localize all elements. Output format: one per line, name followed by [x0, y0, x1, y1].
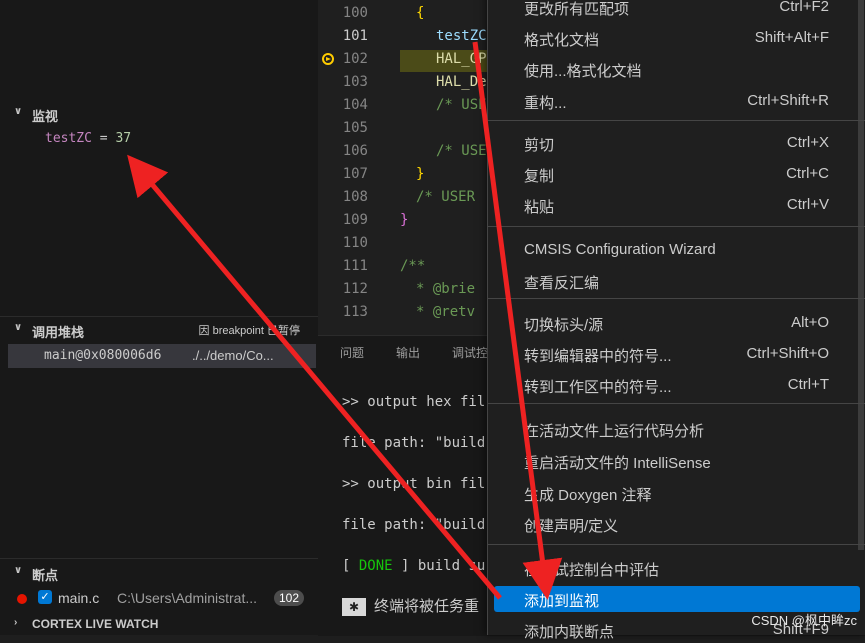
annotation-arrows: [127, 41, 563, 600]
arrow-to-watch-item: [127, 154, 502, 600]
arrow-to-add-watch: [472, 41, 563, 600]
